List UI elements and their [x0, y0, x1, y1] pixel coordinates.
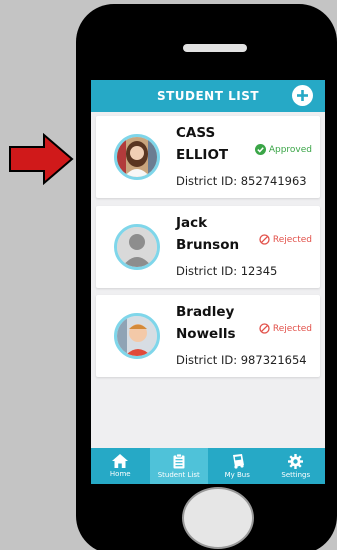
student-name: CASS ELLIOT	[176, 125, 229, 163]
avatar	[114, 224, 160, 270]
bus-icon	[233, 453, 245, 469]
check-circle-icon	[254, 144, 266, 155]
page-title: STUDENT LIST	[156, 89, 260, 103]
nav-item-settings[interactable]: Settings	[267, 448, 326, 484]
phone-speaker	[183, 44, 247, 52]
red-arrow-icon	[9, 133, 74, 185]
student-name: Bradley Nowells	[176, 304, 236, 342]
plus-icon	[297, 90, 308, 101]
student-card[interactable]: CASS ELLIOT Approved District ID: 852741…	[96, 116, 320, 198]
home-icon	[112, 454, 129, 468]
student-card[interactable]: Jack Brunson Rejected District ID: 12345	[96, 206, 320, 288]
district-id: District ID: 987321654	[176, 353, 307, 367]
avatar	[114, 134, 160, 180]
gear-icon	[288, 453, 304, 469]
app-header: STUDENT LIST	[91, 80, 325, 112]
nav-item-home[interactable]: Home	[91, 448, 150, 484]
prohibited-icon	[259, 323, 270, 334]
nav-item-my-bus[interactable]: My Bus	[208, 448, 267, 484]
bottom-nav: Home Student List My Bus Settings	[91, 448, 325, 484]
app-screen: STUDENT LIST CASS ELLIOT Approved Distri…	[91, 80, 325, 484]
default-avatar-icon	[117, 227, 157, 267]
status-badge: Rejected	[259, 234, 312, 245]
student-card[interactable]: Bradley Nowells Rejected District ID: 98…	[96, 295, 320, 377]
district-id: District ID: 12345	[176, 264, 278, 278]
nav-item-student-list[interactable]: Student List	[149, 448, 208, 484]
add-student-button[interactable]	[292, 85, 313, 106]
status-badge: Approved	[254, 144, 312, 155]
clipboard-icon	[173, 453, 185, 468]
district-id: District ID: 852741963	[176, 174, 307, 188]
status-badge: Rejected	[259, 323, 312, 334]
phone-home-button[interactable]	[182, 487, 254, 549]
prohibited-icon	[259, 234, 270, 245]
avatar	[114, 313, 160, 359]
student-name: Jack Brunson	[176, 215, 240, 253]
